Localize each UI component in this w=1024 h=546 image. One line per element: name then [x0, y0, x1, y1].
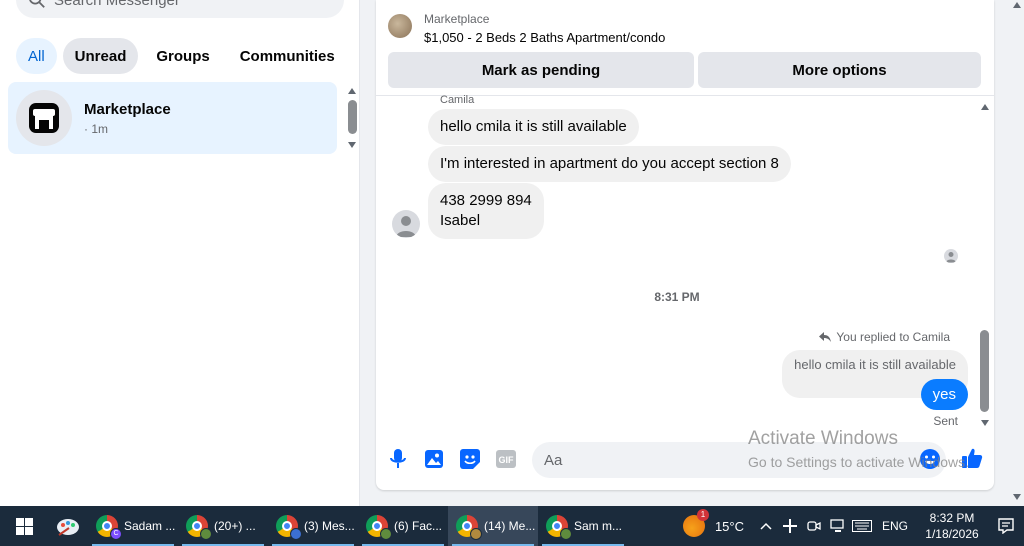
chat-panel: Marketplace $1,050 - 2 Beds 2 Baths Apar…	[376, 0, 994, 490]
taskbar-app-label: Sam m...	[574, 519, 623, 533]
svg-text:GIF: GIF	[499, 455, 515, 465]
reply-indicator: You replied to Camila	[819, 330, 950, 344]
search-icon	[29, 0, 45, 8]
default-user-icon	[396, 216, 416, 237]
incoming-message[interactable]: hello cmila it is still available	[428, 109, 639, 145]
clock-time: 8:32 PM	[929, 511, 975, 525]
thumbs-up-icon[interactable]	[961, 447, 983, 469]
message-line: Isabel	[440, 212, 481, 229]
filter-communities[interactable]: Communities	[228, 38, 347, 74]
plus-icon[interactable]	[778, 506, 802, 546]
windows-taskbar: C Sadam ... (20+) ... (3) Mes... (6) Fac…	[0, 506, 1024, 546]
chrome-icon	[546, 515, 572, 540]
pinned-app[interactable]	[48, 506, 88, 546]
default-user-icon	[946, 252, 956, 263]
chrome-icon	[366, 515, 392, 540]
sticker-icon[interactable]	[459, 448, 481, 470]
mark-as-pending-button[interactable]: Mark as pending	[388, 52, 694, 88]
page-scrollbar[interactable]	[1010, 0, 1024, 506]
microphone-icon[interactable]	[387, 448, 409, 470]
system-tray: 1 15°C ENG 8:32 PM 1/18/2026	[673, 506, 1024, 546]
search-box[interactable]: Search Messenger	[16, 0, 344, 18]
conversation-list-panel: Search Messenger All Unread Groups Commu…	[0, 0, 360, 506]
taskbar-app-label: (14) Me...	[484, 519, 536, 533]
seen-receipt-avatar	[944, 249, 958, 263]
clock[interactable]: 8:32 PM 1/18/2026	[916, 510, 988, 542]
filter-groups[interactable]: Groups	[144, 38, 221, 74]
listing-banner: Marketplace $1,050 - 2 Beds 2 Baths Apar…	[376, 0, 994, 96]
taskbar-app-label: (6) Fac...	[394, 519, 443, 533]
notifications-icon[interactable]	[988, 518, 1024, 534]
meet-now-icon[interactable]	[802, 506, 826, 546]
weather-widget[interactable]: 1 15°C	[673, 509, 754, 537]
chat-scrollbar[interactable]	[978, 102, 992, 428]
taskbar-app-label: (20+) ...	[214, 519, 256, 533]
chrome-icon: C	[96, 515, 122, 540]
chevron-up-icon[interactable]	[754, 506, 778, 546]
taskbar-app[interactable]: (20+) ...	[178, 506, 268, 546]
filter-unread[interactable]: Unread	[62, 38, 139, 74]
taskbar-app[interactable]: (6) Fac...	[358, 506, 448, 546]
taskbar-app[interactable]: (3) Mes...	[268, 506, 358, 546]
weather-icon: 1	[682, 509, 709, 537]
listing-thumbnail[interactable]	[388, 14, 412, 38]
scroll-down-arrow-icon[interactable]	[981, 420, 989, 426]
taskbar-app[interactable]: Sam m...	[538, 506, 628, 546]
scrollbar-thumb[interactable]	[980, 330, 989, 412]
scroll-up-arrow-icon[interactable]	[981, 104, 989, 110]
chrome-icon	[456, 515, 482, 540]
emoji-icon[interactable]	[919, 448, 941, 470]
scroll-up-arrow-icon[interactable]	[348, 88, 356, 94]
reply-indicator-text: You replied to Camila	[836, 330, 950, 344]
paint-app-icon	[57, 519, 79, 536]
message-composer: GIF	[376, 438, 994, 482]
message-thread: Camila hello cmila it is still available…	[376, 94, 994, 432]
outgoing-message[interactable]: yes	[920, 379, 968, 410]
listing-title[interactable]: $1,050 - 2 Beds 2 Baths Apartment/condo	[424, 30, 665, 45]
incoming-message[interactable]: 438 2999 894 Isabel	[428, 183, 544, 239]
sender-avatar[interactable]	[392, 210, 420, 238]
scrollbar-thumb[interactable]	[348, 100, 357, 134]
windows-logo-icon	[15, 517, 33, 535]
photo-icon[interactable]	[423, 448, 445, 470]
marketplace-avatar	[16, 90, 72, 146]
sender-name: Camila	[440, 94, 475, 106]
storefront-icon	[29, 103, 59, 133]
reply-arrow-icon	[819, 332, 832, 342]
scroll-down-arrow-icon[interactable]	[1013, 494, 1021, 500]
incoming-message[interactable]: I'm interested in apartment do you accep…	[428, 146, 791, 182]
taskbar-app-label: (3) Mes...	[304, 519, 355, 533]
chrome-icon	[186, 515, 212, 540]
clock-date: 1/18/2026	[925, 527, 979, 541]
conversation-time: · 1m	[84, 121, 108, 136]
timestamp-separator: 8:31 PM	[654, 290, 700, 304]
gif-icon[interactable]: GIF	[495, 448, 517, 470]
conversation-name: Marketplace	[84, 100, 171, 118]
scroll-down-arrow-icon[interactable]	[348, 142, 356, 148]
taskbar-app[interactable]: C Sadam ...	[88, 506, 178, 546]
message-line: 438 2999 894	[440, 192, 532, 209]
scroll-up-arrow-icon[interactable]	[1013, 2, 1021, 8]
filter-all[interactable]: All	[16, 38, 57, 74]
taskbar-app-label: Sadam ...	[124, 519, 176, 533]
input-language[interactable]: ENG	[874, 519, 916, 533]
weather-badge: 1	[696, 509, 709, 521]
temperature: 15°C	[714, 518, 744, 534]
keyboard-icon[interactable]	[850, 506, 874, 546]
taskbar-app-active[interactable]: (14) Me...	[448, 506, 538, 546]
listing-label: Marketplace	[424, 12, 490, 26]
network-icon[interactable]	[826, 506, 850, 546]
filter-chips: All Unread Groups Communities	[16, 38, 347, 74]
message-input[interactable]	[532, 442, 946, 478]
conversation-list-scrollbar[interactable]	[346, 86, 358, 150]
message-status: Sent	[933, 414, 958, 428]
start-button[interactable]	[0, 506, 48, 546]
search-input[interactable]: Search Messenger	[54, 0, 180, 9]
chrome-icon	[276, 515, 302, 540]
conversation-item-marketplace[interactable]: Marketplace · 1m	[8, 82, 337, 154]
more-options-button[interactable]: More options	[698, 52, 981, 88]
